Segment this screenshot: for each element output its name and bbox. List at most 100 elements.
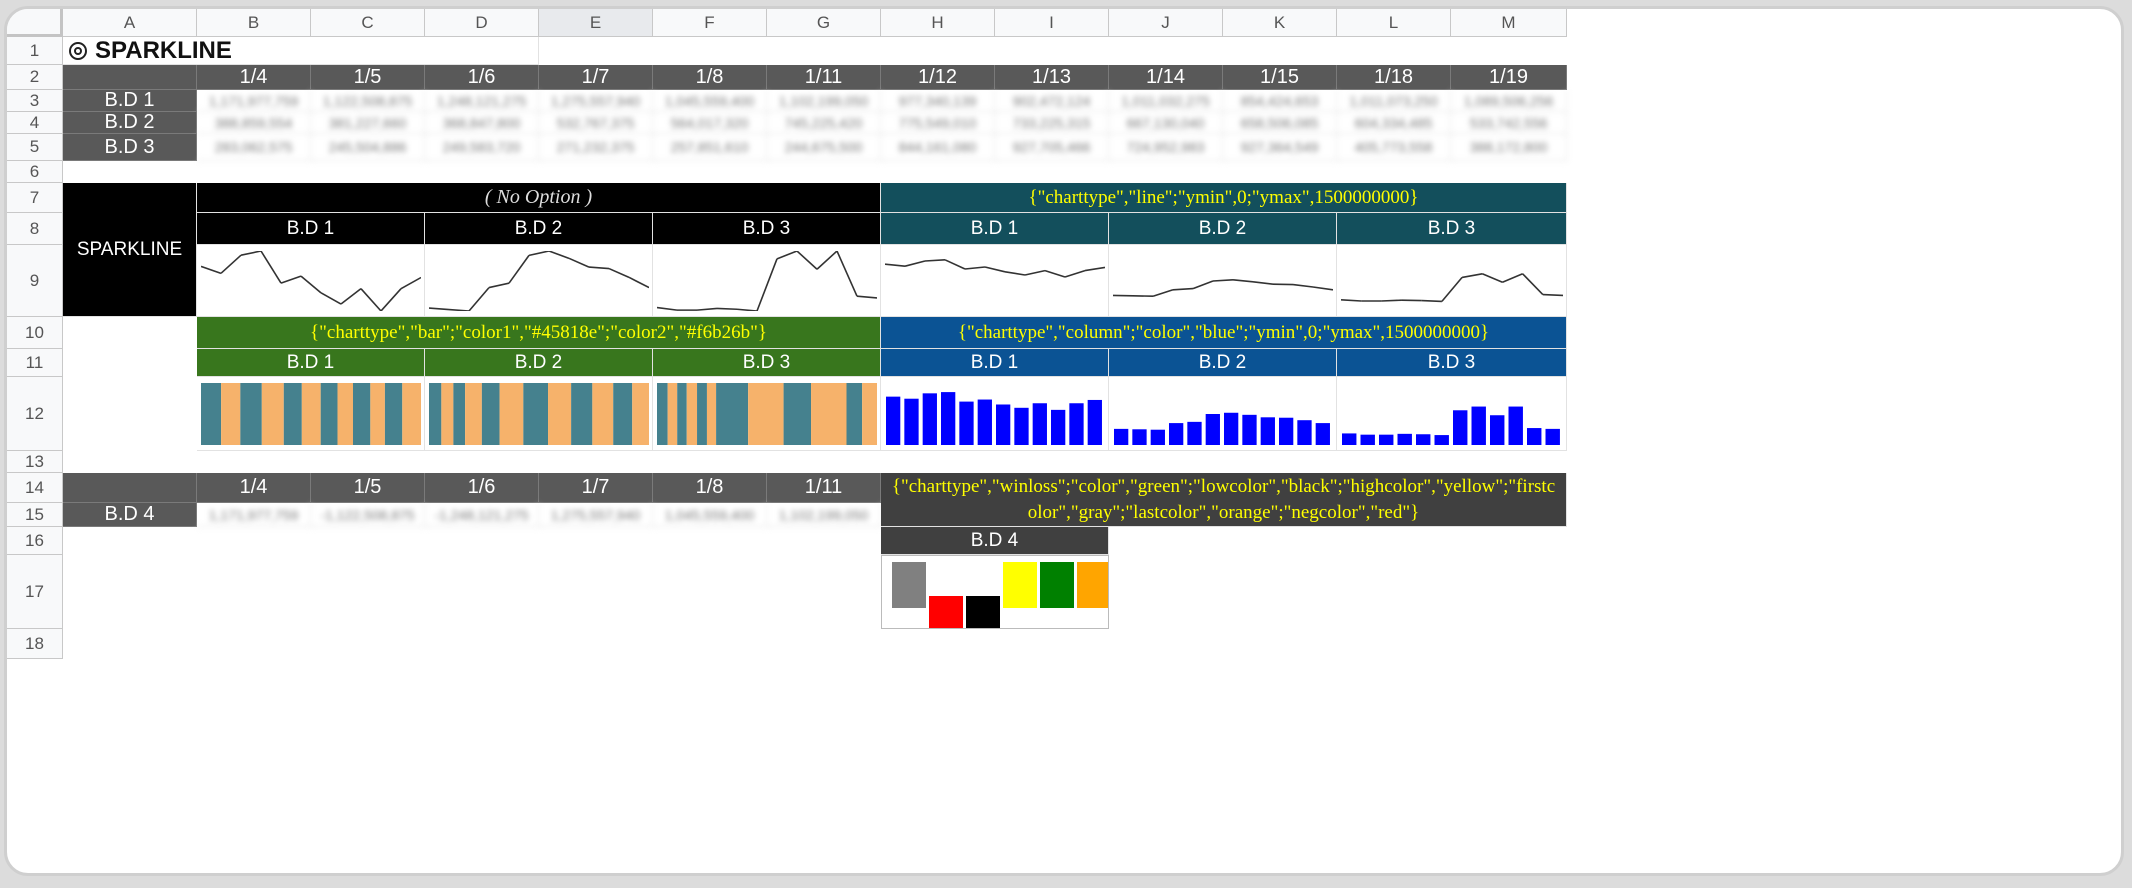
- line-sparkline-cell[interactable]: [653, 245, 881, 317]
- date-header[interactable]: 1/6: [425, 65, 539, 90]
- header-blank[interactable]: [63, 473, 197, 503]
- row-header[interactable]: 5: [7, 134, 63, 161]
- data-cell[interactable]: 405,773,558: [1337, 134, 1451, 161]
- column-sparkline-cell[interactable]: [1337, 377, 1567, 451]
- data-cell[interactable]: 1,011,073,250: [1337, 90, 1451, 112]
- line-sparkline-cell[interactable]: [1337, 245, 1567, 317]
- row-header[interactable]: 13: [7, 451, 63, 473]
- header-blank[interactable]: [63, 65, 197, 90]
- select-all-corner[interactable]: [7, 9, 63, 37]
- bd-label[interactable]: B.D 3: [653, 349, 881, 377]
- column-header[interactable]: K: [1223, 9, 1337, 37]
- bd-label[interactable]: B.D 3: [1337, 213, 1567, 245]
- line-option-header[interactable]: {"charttype","line";"ymin",0;"ymax",1500…: [881, 183, 1567, 213]
- data-cell[interactable]: 388,172,800: [1451, 134, 1567, 161]
- bar-sparkline-cell[interactable]: [653, 377, 881, 451]
- series-label[interactable]: B.D 3: [63, 134, 197, 161]
- row-header[interactable]: 9: [7, 245, 63, 317]
- column-header[interactable]: A: [63, 9, 197, 37]
- data-cell[interactable]: 564,017,320: [653, 112, 767, 134]
- date-header[interactable]: 1/5: [311, 473, 425, 503]
- bar-sparkline-cell[interactable]: [197, 377, 425, 451]
- data-cell[interactable]: 844,161,080: [881, 134, 995, 161]
- row-header[interactable]: 4: [7, 112, 63, 134]
- winloss-option-header[interactable]: {"charttype","winloss";"color","green";"…: [881, 473, 1567, 527]
- data-cell[interactable]: 532,767,375: [539, 112, 653, 134]
- data-cell[interactable]: 927,705,466: [995, 134, 1109, 161]
- date-header[interactable]: 1/5: [311, 65, 425, 90]
- row-header[interactable]: 14: [7, 473, 63, 503]
- date-header[interactable]: 1/8: [653, 473, 767, 503]
- no-option-header[interactable]: ( No Option ): [197, 183, 881, 213]
- data-cell[interactable]: 283,062,575: [197, 134, 311, 161]
- data-cell[interactable]: 604,334,485: [1337, 112, 1451, 134]
- sheet-title[interactable]: SPARKLINE: [63, 37, 539, 65]
- data-cell[interactable]: 733,225,315: [995, 112, 1109, 134]
- sparkline-label[interactable]: SPARKLINE: [63, 183, 197, 317]
- column-header[interactable]: I: [995, 9, 1109, 37]
- data-cell[interactable]: 1,045,559,400: [653, 503, 767, 527]
- date-header[interactable]: 1/8: [653, 65, 767, 90]
- data-cell[interactable]: 927,364,549: [1223, 134, 1337, 161]
- column-header[interactable]: D: [425, 9, 539, 37]
- data-cell[interactable]: 245,504,886: [311, 134, 425, 161]
- row-header[interactable]: 7: [7, 183, 63, 213]
- data-cell[interactable]: 388,859,554: [197, 112, 311, 134]
- date-header[interactable]: 1/7: [539, 473, 653, 503]
- data-cell[interactable]: 724,952,983: [1109, 134, 1223, 161]
- data-cell[interactable]: 775,549,010: [881, 112, 995, 134]
- data-cell[interactable]: 257,851,610: [653, 134, 767, 161]
- column-header[interactable]: H: [881, 9, 995, 37]
- date-header[interactable]: 1/6: [425, 473, 539, 503]
- data-cell[interactable]: 1,045,559,400: [653, 90, 767, 112]
- bd-label[interactable]: B.D 2: [425, 213, 653, 245]
- date-header[interactable]: 1/18: [1337, 65, 1451, 90]
- data-cell[interactable]: 368,847,800: [425, 112, 539, 134]
- winloss-sparkline-cell[interactable]: [881, 555, 1109, 629]
- series-label[interactable]: B.D 1: [63, 90, 197, 112]
- date-header[interactable]: 1/15: [1223, 65, 1337, 90]
- bd-label[interactable]: B.D 2: [425, 349, 653, 377]
- bd-label[interactable]: B.D 1: [197, 349, 425, 377]
- date-header[interactable]: 1/11: [767, 65, 881, 90]
- bd-label[interactable]: B.D 1: [881, 349, 1109, 377]
- line-sparkline-cell[interactable]: [1109, 245, 1337, 317]
- winloss-title[interactable]: B.D 4: [881, 527, 1109, 555]
- column-header[interactable]: G: [767, 9, 881, 37]
- bar-sparkline-cell[interactable]: [425, 377, 653, 451]
- data-cell[interactable]: 381,227,660: [311, 112, 425, 134]
- column-header[interactable]: F: [653, 9, 767, 37]
- data-cell[interactable]: 244,675,500: [767, 134, 881, 161]
- bd-label[interactable]: B.D 2: [1109, 349, 1337, 377]
- row-header[interactable]: 12: [7, 377, 63, 451]
- row-header[interactable]: 10: [7, 317, 63, 349]
- row-header[interactable]: 2: [7, 65, 63, 90]
- column-option-header[interactable]: {"charttype","column";"color","blue";"ym…: [881, 317, 1567, 349]
- data-cell[interactable]: 658,506,085: [1223, 112, 1337, 134]
- row-header[interactable]: 8: [7, 213, 63, 245]
- data-cell[interactable]: 977,340,139: [881, 90, 995, 112]
- data-cell[interactable]: 745,225,420: [767, 112, 881, 134]
- line-sparkline-cell[interactable]: [881, 245, 1109, 317]
- data-cell[interactable]: 1,122,508,875: [311, 90, 425, 112]
- bd-label[interactable]: B.D 1: [881, 213, 1109, 245]
- series-label[interactable]: B.D 2: [63, 112, 197, 134]
- column-header[interactable]: C: [311, 9, 425, 37]
- column-header[interactable]: L: [1337, 9, 1451, 37]
- data-cell[interactable]: 1,275,557,940: [539, 90, 653, 112]
- data-cell[interactable]: 271,232,375: [539, 134, 653, 161]
- data-cell[interactable]: 1,275,557,940: [539, 503, 653, 527]
- date-header[interactable]: 1/14: [1109, 65, 1223, 90]
- date-header[interactable]: 1/19: [1451, 65, 1567, 90]
- column-sparkline-cell[interactable]: [881, 377, 1109, 451]
- row-header[interactable]: 6: [7, 161, 63, 183]
- column-header[interactable]: B: [197, 9, 311, 37]
- bd-label[interactable]: B.D 1: [197, 213, 425, 245]
- line-sparkline-cell[interactable]: [197, 245, 425, 317]
- date-header[interactable]: 1/4: [197, 65, 311, 90]
- data-cell[interactable]: 854,424,653: [1223, 90, 1337, 112]
- column-header[interactable]: E: [539, 9, 653, 37]
- date-header[interactable]: 1/11: [767, 473, 881, 503]
- data-cell[interactable]: 1,248,121,275: [425, 90, 539, 112]
- data-cell[interactable]: 249,583,720: [425, 134, 539, 161]
